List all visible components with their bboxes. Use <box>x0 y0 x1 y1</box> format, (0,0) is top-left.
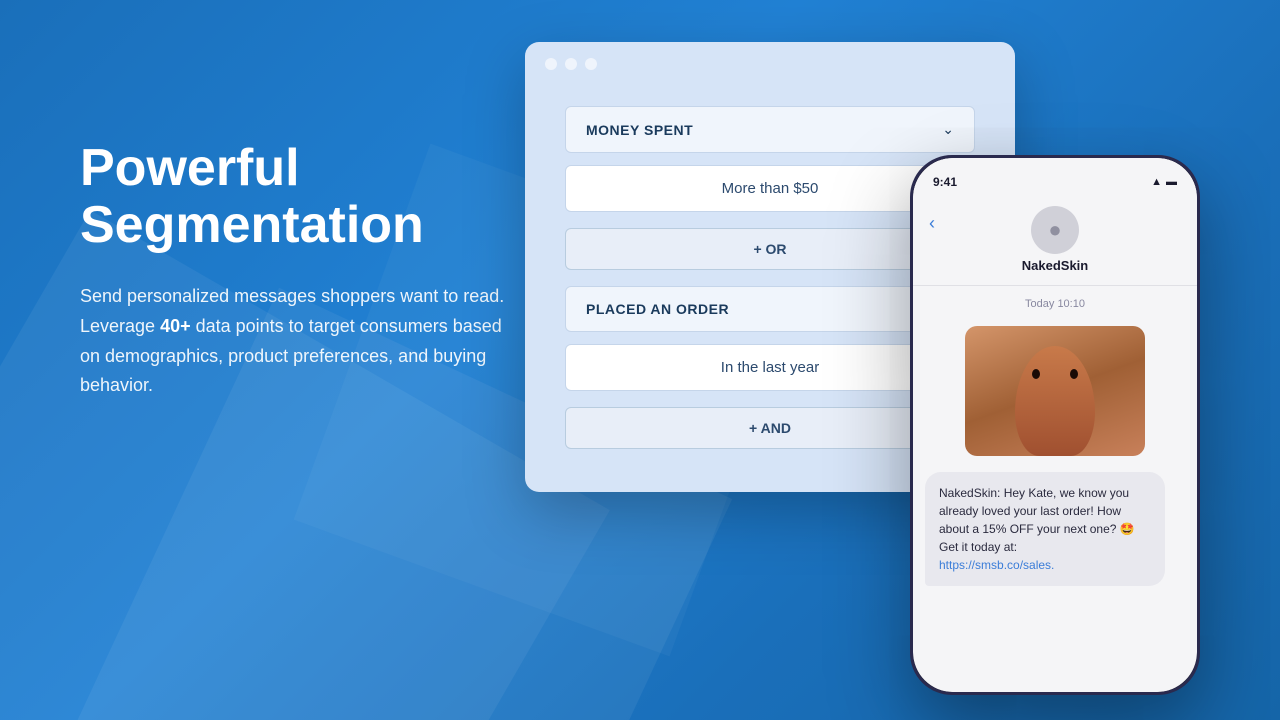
phone-mockup: 9:41 ▲ ▬ ‹ ● NakedSkin Today 10:10 <box>910 155 1200 695</box>
panel-dot-3 <box>585 58 597 70</box>
chat-message-text: NakedSkin: Hey Kate, we know you already… <box>939 486 1135 554</box>
phone-screen: 9:41 ▲ ▬ ‹ ● NakedSkin Today 10:10 <box>913 158 1197 692</box>
money-spent-arrow-icon: ⌄ <box>942 121 954 138</box>
face-detail <box>1020 341 1090 431</box>
chat-body: Today 10:10 NakedSkin: Hey Kate, we know… <box>913 286 1197 676</box>
eye-right <box>1070 369 1078 379</box>
phone-time: 9:41 <box>933 175 957 189</box>
panel-header <box>525 42 1015 86</box>
left-content: Powerful Segmentation Send personalized … <box>80 140 510 401</box>
page-headline: Powerful Segmentation <box>80 140 510 254</box>
eye-left <box>1032 369 1040 379</box>
placed-order-label: PLACED AN ORDER <box>586 301 729 317</box>
money-spent-dropdown[interactable]: MONEY SPENT ⌄ <box>565 106 975 153</box>
page-description: Send personalized messages shoppers want… <box>80 282 510 401</box>
back-button[interactable]: ‹ <box>929 213 935 234</box>
panel-dot-1 <box>545 58 557 70</box>
chat-date: Today 10:10 <box>913 298 1197 310</box>
money-spent-label: MONEY SPENT <box>586 122 693 138</box>
phone-status-icons: ▲ ▬ <box>1151 176 1177 188</box>
product-image <box>965 326 1145 456</box>
panel-dot-2 <box>565 58 577 70</box>
chat-header: ● NakedSkin <box>913 198 1197 286</box>
wifi-icon: ▲ <box>1151 176 1162 188</box>
avatar: ● <box>1031 206 1079 254</box>
chat-bubble: NakedSkin: Hey Kate, we know you already… <box>925 472 1165 586</box>
contact-name: NakedSkin <box>1022 258 1088 273</box>
battery-icon: ▬ <box>1166 176 1177 188</box>
product-image-container <box>913 318 1197 464</box>
phone-status-bar: 9:41 ▲ ▬ <box>913 158 1197 198</box>
chat-link[interactable]: https://smsb.co/sales. <box>939 558 1054 572</box>
description-highlight: 40+ <box>160 316 191 336</box>
avatar-icon: ● <box>1048 217 1061 243</box>
